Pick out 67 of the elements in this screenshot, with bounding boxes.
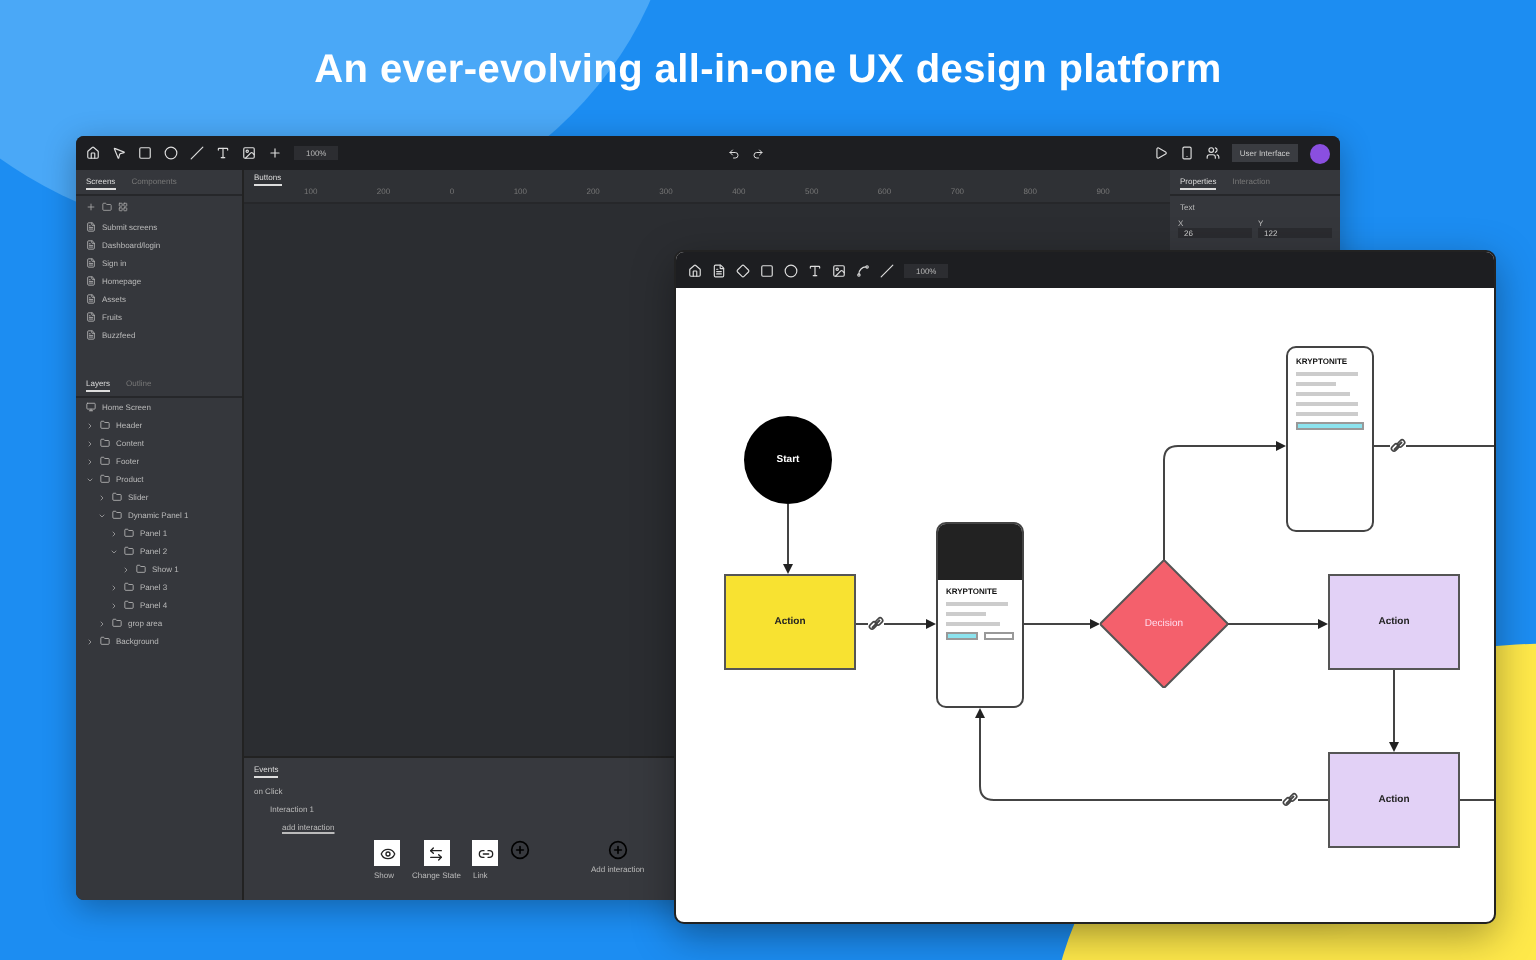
page-icon (86, 276, 96, 286)
folder-icon (100, 420, 110, 430)
connector-arrow[interactable] (1389, 669, 1399, 752)
text-icon[interactable] (216, 146, 230, 160)
folder-icon (100, 636, 110, 646)
add-icon[interactable] (268, 146, 282, 160)
action-step-button[interactable] (374, 840, 400, 866)
folder-icon (136, 564, 146, 574)
folder-icon (100, 438, 110, 448)
page-icon (86, 330, 96, 340)
page-icon (86, 294, 96, 304)
connector-arrow[interactable] (1163, 441, 1286, 561)
undo-icon[interactable] (728, 147, 741, 159)
connector-arrow[interactable] (1227, 619, 1328, 629)
diamond-icon[interactable] (736, 263, 750, 277)
connector-icon[interactable] (856, 263, 870, 277)
connector-arrow[interactable] (1023, 619, 1100, 629)
headline: An ever-evolving all-in-one UX design platform (314, 48, 1222, 94)
action-step-button[interactable] (423, 840, 450, 866)
folder-icon (124, 546, 134, 556)
folder-icon (100, 456, 110, 466)
folder-icon (100, 474, 110, 484)
page-icon (86, 312, 96, 322)
users-icon[interactable] (1205, 146, 1220, 160)
monitor-icon (86, 402, 96, 412)
page-icon (86, 258, 96, 268)
connector-arrow[interactable] (975, 708, 1329, 801)
grid-icon[interactable] (118, 202, 128, 212)
page-icon (86, 222, 96, 232)
add-icon[interactable] (86, 202, 96, 212)
folder-icon[interactable] (102, 202, 112, 212)
home-icon[interactable] (86, 146, 100, 160)
avatar[interactable] (1310, 143, 1331, 163)
ellipse-icon[interactable] (784, 263, 798, 277)
folder-icon (112, 492, 122, 502)
connector-line[interactable] (1371, 445, 1494, 447)
folder-icon (124, 600, 134, 610)
line-icon[interactable] (880, 263, 894, 277)
action-step-button[interactable] (472, 840, 499, 866)
page-icon (86, 240, 96, 250)
folder-icon (112, 510, 122, 520)
folder-icon (124, 582, 134, 592)
rectangle-icon[interactable] (138, 146, 152, 160)
image-icon[interactable] (832, 263, 846, 277)
phone-icon[interactable] (1179, 146, 1194, 160)
swap-arrows-icon (428, 845, 445, 861)
play-icon[interactable] (1153, 146, 1168, 160)
pointer-icon[interactable] (112, 146, 126, 160)
page-icon[interactable] (712, 263, 726, 277)
eye-icon (379, 845, 395, 861)
home-icon[interactable] (688, 263, 702, 277)
link-icon[interactable] (1389, 438, 1407, 454)
folder-icon (124, 528, 134, 538)
ellipse-icon[interactable] (164, 146, 178, 160)
connector-arrow[interactable] (855, 619, 936, 629)
link-icon[interactable] (1281, 792, 1299, 808)
link-icon[interactable] (867, 616, 885, 632)
photo-placeholder (938, 524, 1022, 580)
connector-arrow[interactable] (783, 503, 793, 574)
link-icon (477, 845, 494, 861)
redo-icon[interactable] (752, 147, 765, 159)
line-icon[interactable] (190, 146, 204, 160)
folder-icon (112, 618, 122, 628)
image-icon[interactable] (242, 146, 256, 160)
text-icon[interactable] (808, 263, 822, 277)
rectangle-icon[interactable] (760, 263, 774, 277)
decision-diamond[interactable] (1100, 560, 1228, 688)
